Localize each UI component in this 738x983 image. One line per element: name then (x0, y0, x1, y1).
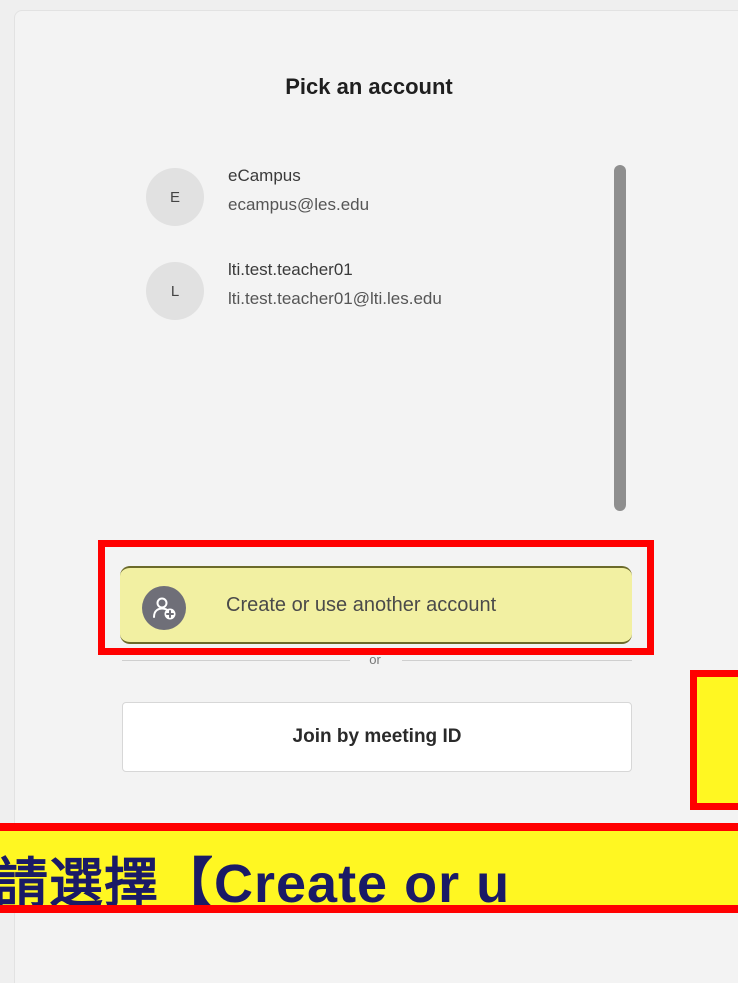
avatar: L (146, 262, 204, 320)
account-item-lti-teacher[interactable]: L lti.test.teacher01 lti.test.teacher01@… (146, 260, 566, 332)
instruction-banner-text: 請選擇【Create or u (0, 854, 511, 913)
join-by-meeting-id-button[interactable]: Join by meeting ID (122, 702, 632, 772)
divider-right (402, 660, 632, 661)
account-name: eCampus (228, 166, 301, 185)
account-email: ecampus@les.edu (228, 195, 370, 214)
create-account-button[interactable]: Create or use another account (120, 566, 632, 644)
create-account-label: Create or use another account (226, 594, 497, 616)
account-name: lti.test.teacher01 (228, 260, 353, 279)
divider-left (122, 660, 350, 661)
annotation-side-box (690, 670, 738, 810)
page: Pick an account E eCampus ecampus@les.ed… (0, 0, 738, 983)
page-title: Pick an account (285, 74, 453, 99)
avatar: E (146, 168, 204, 226)
instruction-banner: 請選擇【Create or u (0, 823, 738, 913)
add-person-icon (142, 586, 186, 630)
account-list-scrollbar[interactable] (614, 165, 626, 511)
account-item-ecampus[interactable]: E eCampus ecampus@les.edu (146, 166, 566, 238)
account-email: lti.test.teacher01@lti.les.edu (228, 289, 442, 308)
or-separator: or (369, 652, 381, 667)
